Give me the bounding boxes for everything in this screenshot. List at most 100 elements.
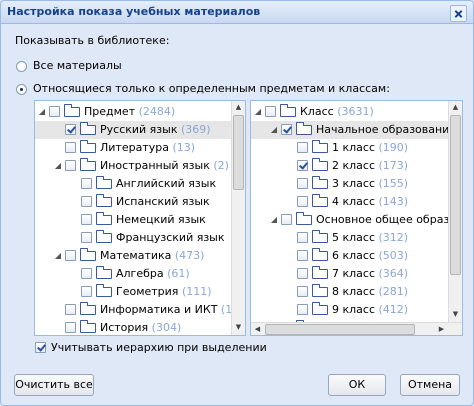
triangle-expander-icon[interactable]: ◢ bbox=[37, 103, 47, 121]
tree-row[interactable]: ◢ Начальное образование (66 bbox=[251, 121, 462, 139]
classes-hscroll-thumb[interactable] bbox=[265, 324, 415, 335]
clear-all-button[interactable]: Очистить все bbox=[14, 374, 94, 396]
triangle-expander-icon[interactable]: ◢ bbox=[53, 247, 63, 265]
tree-item-label: 2 класс bbox=[332, 159, 376, 172]
tree-checkbox[interactable] bbox=[81, 268, 92, 279]
radio-specific-materials-label[interactable]: Относящиеся только к определенным предме… bbox=[33, 82, 390, 96]
tree-row[interactable]: Алгебра (61) bbox=[35, 265, 231, 283]
tree-checkbox[interactable] bbox=[297, 160, 308, 171]
tree-checkbox[interactable] bbox=[297, 250, 308, 261]
tree-item-label: Начальное образование bbox=[316, 123, 457, 136]
tree-item-text: 5 класс (312) bbox=[332, 229, 408, 247]
tree-row[interactable]: Информатика и ИКТ (156) bbox=[35, 301, 245, 319]
arrow-down-icon[interactable]: ▼ bbox=[232, 321, 245, 334]
settings-dialog: Настройка показа учебных материалов Пока… bbox=[0, 0, 474, 406]
folder-icon bbox=[280, 104, 296, 117]
subjects-scroll-thumb[interactable] bbox=[233, 115, 244, 190]
arrow-left-icon[interactable]: ◀ bbox=[251, 323, 264, 335]
triangle-expander-icon[interactable]: ◢ bbox=[269, 121, 279, 139]
radio-all-materials-label[interactable]: Все материалы bbox=[33, 59, 122, 73]
radio-all-materials[interactable] bbox=[16, 61, 27, 72]
tree-row[interactable]: Русский язык (369) bbox=[35, 121, 231, 139]
tree-item-text: Французский язык bbox=[116, 229, 225, 247]
tree-row[interactable]: ◢ Класс (3631) bbox=[251, 103, 448, 121]
tree-row[interactable]: 8 класс (281) bbox=[251, 283, 448, 301]
tree-row[interactable]: 3 класс (155) bbox=[251, 175, 448, 193]
tree-row[interactable]: ◢ Математика (473) bbox=[35, 247, 231, 265]
tree-checkbox[interactable] bbox=[297, 232, 308, 243]
arrow-up-icon[interactable]: ▲ bbox=[449, 101, 462, 114]
tree-checkbox[interactable] bbox=[49, 106, 60, 117]
tree-row[interactable]: История (304) bbox=[35, 319, 231, 335]
classes-scroll-thumb[interactable] bbox=[450, 115, 461, 275]
triangle-expander-icon[interactable]: ◢ bbox=[269, 211, 279, 229]
tree-item-label: 5 класс bbox=[332, 231, 376, 244]
tree-checkbox[interactable] bbox=[297, 286, 308, 297]
triangle-expander-icon[interactable]: ◢ bbox=[253, 103, 263, 121]
tree-checkbox[interactable] bbox=[65, 124, 76, 135]
ok-button[interactable]: ОК bbox=[328, 374, 386, 396]
subjects-vertical-scrollbar[interactable]: ▲ ▼ bbox=[231, 101, 245, 335]
tree-row[interactable]: ◢ Иностранный язык (2) bbox=[35, 157, 231, 175]
tree-item-text: Русский язык (369) bbox=[100, 121, 211, 139]
tree-checkbox[interactable] bbox=[65, 322, 76, 333]
tree-checkbox[interactable] bbox=[297, 196, 308, 207]
tree-checkbox[interactable] bbox=[281, 214, 292, 225]
tree-checkbox[interactable] bbox=[81, 286, 92, 297]
arrow-right-icon[interactable]: ▶ bbox=[435, 323, 448, 335]
tree-row[interactable]: 4 класс (143) bbox=[251, 193, 448, 211]
tree-row[interactable]: 2 класс (173) bbox=[251, 157, 448, 175]
arrow-down-icon[interactable]: ▼ bbox=[449, 308, 462, 321]
tree-checkbox[interactable] bbox=[65, 160, 76, 171]
tree-row[interactable]: 7 класс (364) bbox=[251, 265, 448, 283]
tree-item-text: Начальное образование (66 bbox=[316, 121, 462, 139]
tree-checkbox[interactable] bbox=[297, 268, 308, 279]
tree-row[interactable]: Геометрия (111) bbox=[35, 283, 231, 301]
tree-row[interactable]: Немецкий язык bbox=[35, 211, 231, 229]
tree-row[interactable]: 1 класс (190) bbox=[251, 139, 448, 157]
tree-checkbox[interactable] bbox=[65, 142, 76, 153]
classes-vertical-scrollbar[interactable]: ▲ ▼ bbox=[448, 101, 462, 322]
tree-row[interactable]: 6 класс (503) bbox=[251, 247, 448, 265]
dialog-title: Настройка показа учебных материалов bbox=[7, 5, 261, 18]
folder-icon bbox=[96, 230, 112, 243]
tree-checkbox[interactable] bbox=[65, 304, 76, 315]
hierarchy-label[interactable]: Учитывать иерархию при выделении bbox=[51, 341, 267, 355]
tree-item-label: Иностранный язык bbox=[100, 159, 210, 172]
tree-checkbox[interactable] bbox=[65, 250, 76, 261]
tree-checkbox[interactable] bbox=[81, 214, 92, 225]
tree-row[interactable]: ◢ Предмет (2484) bbox=[35, 103, 231, 121]
tree-item-count: (369) bbox=[180, 123, 211, 136]
tree-checkbox[interactable] bbox=[297, 142, 308, 153]
close-icon[interactable] bbox=[450, 5, 467, 22]
radio-specific-materials[interactable] bbox=[16, 84, 27, 95]
tree-item-text: 8 класс (281) bbox=[332, 283, 408, 301]
tree-row[interactable]: Английский язык bbox=[35, 175, 231, 193]
tree-item-count: (155) bbox=[378, 177, 409, 190]
tree-row[interactable]: Французский язык bbox=[35, 229, 231, 247]
tree-checkbox[interactable] bbox=[81, 232, 92, 243]
tree-item-text: История (304) bbox=[100, 319, 181, 335]
cancel-button[interactable]: Отмена bbox=[400, 374, 460, 396]
tree-checkbox[interactable] bbox=[281, 124, 292, 135]
dialog-titlebar[interactable]: Настройка показа учебных материалов bbox=[1, 1, 473, 24]
arrow-up-icon[interactable]: ▲ bbox=[232, 101, 245, 114]
tree-row[interactable]: ◢ Основное общее образования bbox=[251, 211, 462, 229]
tree-checkbox[interactable] bbox=[81, 178, 92, 189]
tree-row[interactable]: Испанский язык bbox=[35, 193, 231, 211]
tree-checkbox[interactable] bbox=[81, 196, 92, 207]
hierarchy-checkbox[interactable] bbox=[35, 342, 46, 353]
tree-checkbox[interactable] bbox=[297, 304, 308, 315]
tree-row[interactable]: 9 класс (412) bbox=[251, 301, 448, 319]
folder-icon bbox=[312, 140, 328, 153]
classes-horizontal-scrollbar[interactable]: ◀ ▶ bbox=[251, 322, 462, 335]
tree-row[interactable]: 5 класс (312) bbox=[251, 229, 448, 247]
tree-checkbox[interactable] bbox=[297, 178, 308, 189]
triangle-expander-icon[interactable]: ◢ bbox=[53, 157, 63, 175]
tree-row[interactable]: Литература (13) bbox=[35, 139, 231, 157]
tree-checkbox[interactable] bbox=[265, 106, 276, 117]
